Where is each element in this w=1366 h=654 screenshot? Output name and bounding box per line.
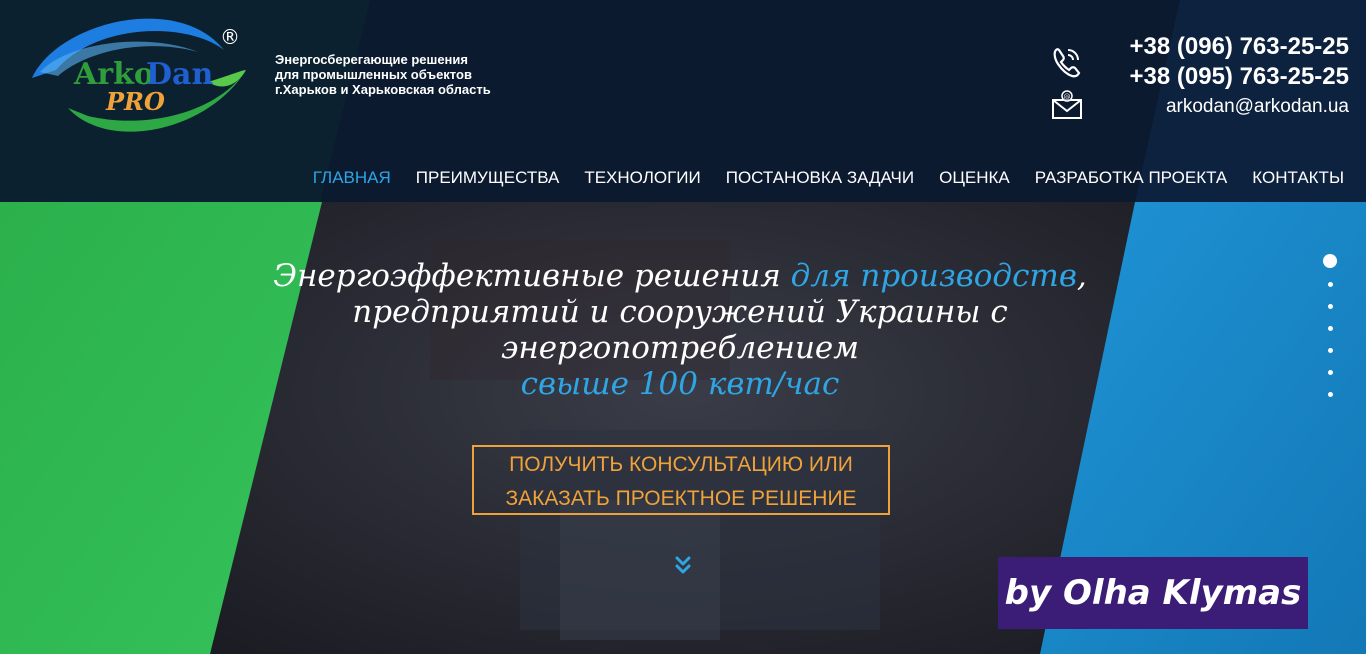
hero-line-2: предприятий и сооружений Украины с [352,294,1008,330]
nav-item-advantages[interactable]: ПРЕИМУЩЕСТВА [416,168,560,188]
slider-dot[interactable] [1328,370,1333,375]
hero-title: Энергоэффективные решения для производст… [230,258,1130,402]
hero-line-1: Энергоэффективные решения для производст… [230,258,1130,294]
slider-dot[interactable] [1328,282,1333,287]
author-credit-badge: by Olha Klymas [998,557,1308,629]
hero-line-4: свыше 100 квт/час [520,366,840,402]
nav-item-contacts[interactable]: КОНТАКТЫ [1252,168,1344,188]
phone-number-2[interactable]: +38 (095) 763-25-25 [1130,62,1350,92]
double-chevron-down-icon[interactable] [672,555,694,577]
site-header: Arko Dan PRO ® Энергосберегающие решения… [0,0,1366,202]
slider-dot[interactable] [1328,304,1333,309]
nav-item-project-development[interactable]: РАЗРАБОТКА ПРОЕКТА [1035,168,1228,188]
main-nav: ГЛАВНАЯ ПРЕИМУЩЕСТВА ТЕХНОЛОГИИ ПОСТАНОВ… [288,168,1344,188]
consultation-button[interactable]: ПОЛУЧИТЬ КОНСУЛЬТАЦИЮ ИЛИ ЗАКАЗАТЬ ПРОЕК… [472,445,890,515]
hero-accent-text: для производств [790,258,1077,294]
hero-text: Энергоэффективные решения [273,258,791,294]
nav-item-technologies[interactable]: ТЕХНОЛОГИИ [584,168,700,188]
nav-item-home[interactable]: ГЛАВНАЯ [313,168,391,188]
company-tagline: Энергосберегающие решения для промышленн… [275,52,491,97]
svg-text:@: @ [1064,93,1071,101]
envelope-icon: @ [1052,90,1082,119]
svg-text:®: ® [220,25,240,49]
nav-item-task-setting[interactable]: ПОСТАНОВКА ЗАДАЧИ [726,168,914,188]
tagline-line: для промышленных объектов [275,67,472,82]
phone-icon [1053,48,1081,78]
slider-dot[interactable] [1328,326,1333,331]
tagline-line: г.Харьков и Харьковская область [275,82,491,97]
slider-dot-active[interactable] [1323,254,1337,268]
cta-label-line-1: ПОЛУЧИТЬ КОНСУЛЬТАЦИЮ ИЛИ [509,453,853,476]
phone-number-1[interactable]: +38 (096) 763-25-25 [1130,32,1350,62]
slider-dot[interactable] [1328,392,1333,397]
nav-item-assessment[interactable]: ОЦЕНКА [939,168,1010,188]
contact-block: +38 (096) 763-25-25 +38 (095) 763-25-25 … [1130,32,1350,122]
arkodan-logo[interactable]: Arko Dan PRO ® [28,12,248,142]
slider-pagination [1322,254,1342,404]
svg-text:PRO: PRO [105,87,165,116]
cta-label-line-2: ЗАКАЗАТЬ ПРОЕКТНОЕ РЕШЕНИЕ [505,487,857,510]
contact-icons: @ [1052,48,1082,119]
hero-text: , [1076,258,1087,294]
slider-dot[interactable] [1328,348,1333,353]
email-link[interactable]: arkodan@arkodan.ua [1130,92,1349,122]
tagline-line: Энергосберегающие решения [275,52,468,67]
hero-line-3: энергопотреблением [501,330,859,366]
